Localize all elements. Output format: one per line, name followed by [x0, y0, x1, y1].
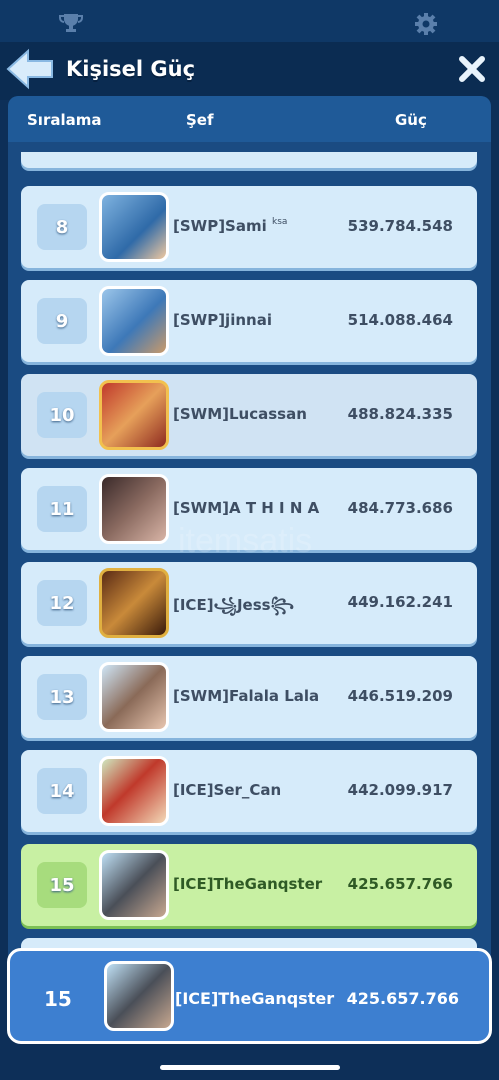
footer-player-name: [ICE]TheGanqster — [175, 989, 335, 1008]
avatar[interactable] — [99, 380, 169, 450]
player-name: [ICE]TheGanqster — [173, 875, 323, 893]
footer-rank: 15 — [44, 987, 72, 1011]
player-name: [SWM]Falala Lala — [173, 687, 320, 705]
close-button[interactable] — [457, 54, 487, 84]
back-button[interactable] — [6, 48, 54, 90]
table-row[interactable]: 8 [SWP]Sami ksa 539.784.548 — [21, 186, 477, 268]
table-row[interactable]: 14 [ICE]Ser_Can 442.099.917 — [21, 750, 477, 832]
column-rank[interactable]: Sıralama — [27, 111, 101, 129]
close-icon — [459, 56, 485, 82]
rank-badge: 13 — [37, 674, 87, 720]
column-power[interactable]: Güç — [395, 111, 427, 129]
rank-badge: 12 — [37, 580, 87, 626]
player-power: 442.099.917 — [347, 781, 453, 799]
avatar[interactable] — [99, 568, 169, 638]
player-power: 425.657.766 — [347, 875, 453, 893]
player-power: 539.784.548 — [347, 217, 453, 235]
table-row[interactable]: 9 [SWP]jinnai 514.088.464 — [21, 280, 477, 362]
footer-player-power: 425.657.766 — [346, 989, 459, 1008]
avatar[interactable] — [99, 850, 169, 920]
rank-badge: 10 — [37, 392, 87, 438]
gear-icon[interactable] — [414, 12, 438, 40]
header: Kişisel Güç — [0, 42, 499, 100]
table-row[interactable]: 13 [SWM]Falala Lala 446.519.209 — [21, 656, 477, 738]
back-arrow-icon — [6, 48, 53, 90]
leaderboard-list[interactable]: 8 [SWP]Sami ksa 539.784.548 9 [SWP]jinna… — [8, 152, 491, 1040]
page-title: Kişisel Güç — [66, 57, 196, 81]
player-power: 449.162.241 — [347, 593, 453, 611]
player-name: [SWM]Lucassan — [173, 405, 307, 423]
player-power: 446.519.209 — [347, 687, 453, 705]
table-row-partial[interactable] — [21, 152, 477, 168]
player-power: 484.773.686 — [347, 499, 453, 517]
rank-badge: 11 — [37, 486, 87, 532]
player-name: [ICE]꧁Jess꧂ — [173, 596, 295, 614]
leaderboard-panel: Sıralama Şef Güç 8 [SWP]Sami ksa 539.784… — [8, 96, 491, 1040]
home-indicator[interactable] — [160, 1065, 340, 1070]
current-player-footer[interactable]: 15 [ICE]TheGanqster 425.657.766 — [7, 948, 492, 1044]
rank-badge: 9 — [37, 298, 87, 344]
avatar[interactable] — [104, 961, 174, 1031]
player-name: [SWP]Sami ksa — [173, 217, 288, 235]
name-suffix: ksa — [271, 217, 288, 227]
trophy-icon[interactable] — [58, 12, 84, 38]
watermark: itemsatis — [178, 522, 313, 560]
rank-badge: 14 — [37, 768, 87, 814]
top-bar — [0, 0, 499, 44]
avatar[interactable] — [99, 474, 169, 544]
avatar[interactable] — [99, 662, 169, 732]
player-name: [SWM]A T H I N A — [173, 499, 320, 517]
column-headers: Sıralama Şef Güç — [8, 96, 491, 142]
player-power: 514.088.464 — [347, 311, 453, 329]
player-power: 488.824.335 — [347, 405, 453, 423]
player-name: [ICE]Ser_Can — [173, 781, 282, 799]
avatar[interactable] — [99, 286, 169, 356]
table-row-current-player[interactable]: 15 [ICE]TheGanqster 425.657.766 — [21, 844, 477, 926]
rank-badge: 8 — [37, 204, 87, 250]
table-row[interactable]: 10 [SWM]Lucassan 488.824.335 — [21, 374, 477, 456]
avatar[interactable] — [99, 756, 169, 826]
rank-badge: 15 — [37, 862, 87, 908]
avatar[interactable] — [99, 192, 169, 262]
table-row[interactable]: 12 [ICE]꧁Jess꧂ 449.162.241 — [21, 562, 477, 644]
player-name: [SWP]jinnai — [173, 311, 272, 329]
column-chef[interactable]: Şef — [186, 111, 214, 129]
